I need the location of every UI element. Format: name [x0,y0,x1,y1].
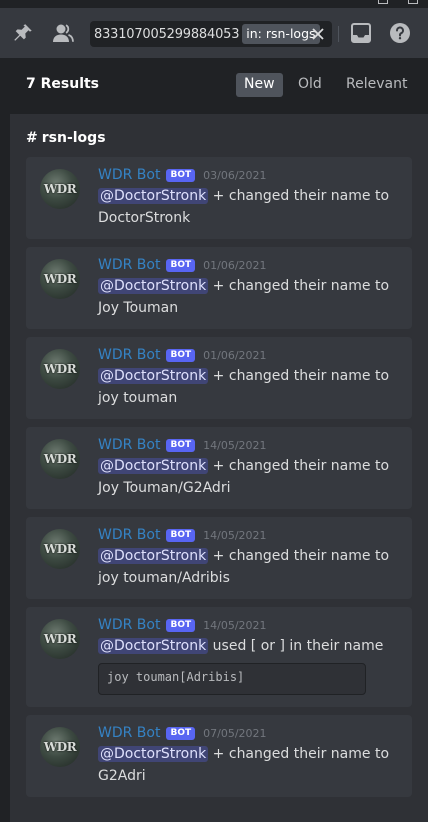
bot-tag: BOT [166,258,196,272]
user-mention[interactable]: @DoctorStronk [98,188,209,204]
timestamp: 14/05/2021 [203,438,267,452]
avatar[interactable]: WDR [40,727,80,767]
search-result-message[interactable]: WDR WDR Bot BOT 14/05/2021 @DoctorStronk… [26,607,412,707]
message-content: @DoctorStronk + changed their name to jo… [98,545,402,589]
search-query-text: 833107005299884053 [94,26,240,42]
results-header: 7 Results New Old Relevant [10,58,428,114]
help-icon[interactable] [388,21,412,45]
timestamp: 03/06/2021 [203,168,267,182]
channel-header[interactable]: # rsn-logs [26,130,106,146]
search-result-message[interactable]: WDR WDR Bot BOT 14/05/2021 @DoctorStronk… [26,427,412,509]
tab-relevant[interactable]: Relevant [338,73,415,97]
message-text: + changed their name to [208,746,390,762]
message-text: + changed their name to [208,548,390,564]
inbox-icon[interactable] [349,21,373,45]
author-name[interactable]: WDR Bot [98,437,160,453]
author-name[interactable]: WDR Bot [98,347,160,363]
close-icon[interactable] [308,24,328,44]
bot-tag: BOT [166,726,196,740]
user-mention[interactable]: @DoctorStronk [98,548,209,564]
bot-tag: BOT [166,618,196,632]
code-block: joy touman[Adribis] [98,663,366,695]
message-text: + changed their name to [208,278,390,294]
bot-tag: BOT [166,168,196,182]
search-input[interactable]: 833107005299884053 in: rsn-logs [90,21,332,47]
pin-icon[interactable] [11,21,35,45]
bot-tag: BOT [166,348,196,362]
window-title-strip [0,0,428,8]
message-content: @DoctorStronk + changed their name to jo… [98,365,402,409]
message-text: + changed their name to [208,188,390,204]
window-control-icon[interactable] [408,0,418,4]
timestamp: 14/05/2021 [203,528,267,542]
results-count: 7 Results [26,76,100,92]
search-result-message[interactable]: WDR WDR Bot BOT 03/06/2021 @DoctorStronk… [26,157,412,239]
message-text: Joy Touman [98,300,179,316]
user-mention[interactable]: @DoctorStronk [98,746,209,762]
avatar[interactable]: WDR [40,349,80,389]
message-content: @DoctorStronk used [ or ] in their name [98,635,402,657]
members-icon[interactable] [51,21,75,45]
message-text: Joy Touman/G2Adri [98,480,231,496]
window-control-icon[interactable] [378,0,388,4]
avatar[interactable]: WDR [40,439,80,479]
channel-hash-icon: # [26,130,38,146]
message-text: DoctorStronk [98,210,191,226]
avatar[interactable]: WDR [40,169,80,209]
timestamp: 14/05/2021 [203,618,267,632]
search-result-message[interactable]: WDR WDR Bot BOT 01/06/2021 @DoctorStronk… [26,247,412,329]
tab-new[interactable]: New [236,73,283,97]
author-name[interactable]: WDR Bot [98,167,160,183]
message-content: @DoctorStronk + changed their name to Jo… [98,275,402,319]
search-results-panel: 7 Results New Old Relevant # rsn-logs WD… [10,58,428,822]
user-mention[interactable]: @DoctorStronk [98,458,209,474]
bot-tag: BOT [166,438,196,452]
panel-left-border [0,58,10,822]
author-name[interactable]: WDR Bot [98,725,160,741]
search-result-message[interactable]: WDR WDR Bot BOT 07/05/2021 @DoctorStronk… [26,715,412,797]
user-mention[interactable]: @DoctorStronk [98,278,209,294]
header-toolbar: 833107005299884053 in: rsn-logs [0,8,428,58]
message-text: joy touman [98,390,178,406]
author-name[interactable]: WDR Bot [98,617,160,633]
tab-old[interactable]: Old [290,73,330,97]
user-mention[interactable]: @DoctorStronk [98,638,209,654]
channel-name: rsn-logs [41,130,106,146]
timestamp: 07/05/2021 [203,726,267,740]
toolbar-divider [338,26,339,42]
message-text: G2Adri [98,768,146,784]
avatar[interactable]: WDR [40,619,80,659]
author-name[interactable]: WDR Bot [98,257,160,273]
message-text: + changed their name to [208,458,390,474]
avatar[interactable]: WDR [40,259,80,299]
message-text: joy touman/Adribis [98,570,230,586]
author-name[interactable]: WDR Bot [98,527,160,543]
avatar[interactable]: WDR [40,529,80,569]
message-text: + changed their name to [208,368,390,384]
message-content: @DoctorStronk + changed their name to G2… [98,743,402,787]
timestamp: 01/06/2021 [203,348,267,362]
message-content: @DoctorStronk + changed their name to Jo… [98,455,402,499]
search-result-message[interactable]: WDR WDR Bot BOT 14/05/2021 @DoctorStronk… [26,517,412,599]
user-mention[interactable]: @DoctorStronk [98,368,209,384]
timestamp: 01/06/2021 [203,258,267,272]
message-content: @DoctorStronk + changed their name to Do… [98,185,402,229]
message-text: used [ or ] in their name [208,638,384,654]
search-result-message[interactable]: WDR WDR Bot BOT 01/06/2021 @DoctorStronk… [26,337,412,419]
bot-tag: BOT [166,528,196,542]
